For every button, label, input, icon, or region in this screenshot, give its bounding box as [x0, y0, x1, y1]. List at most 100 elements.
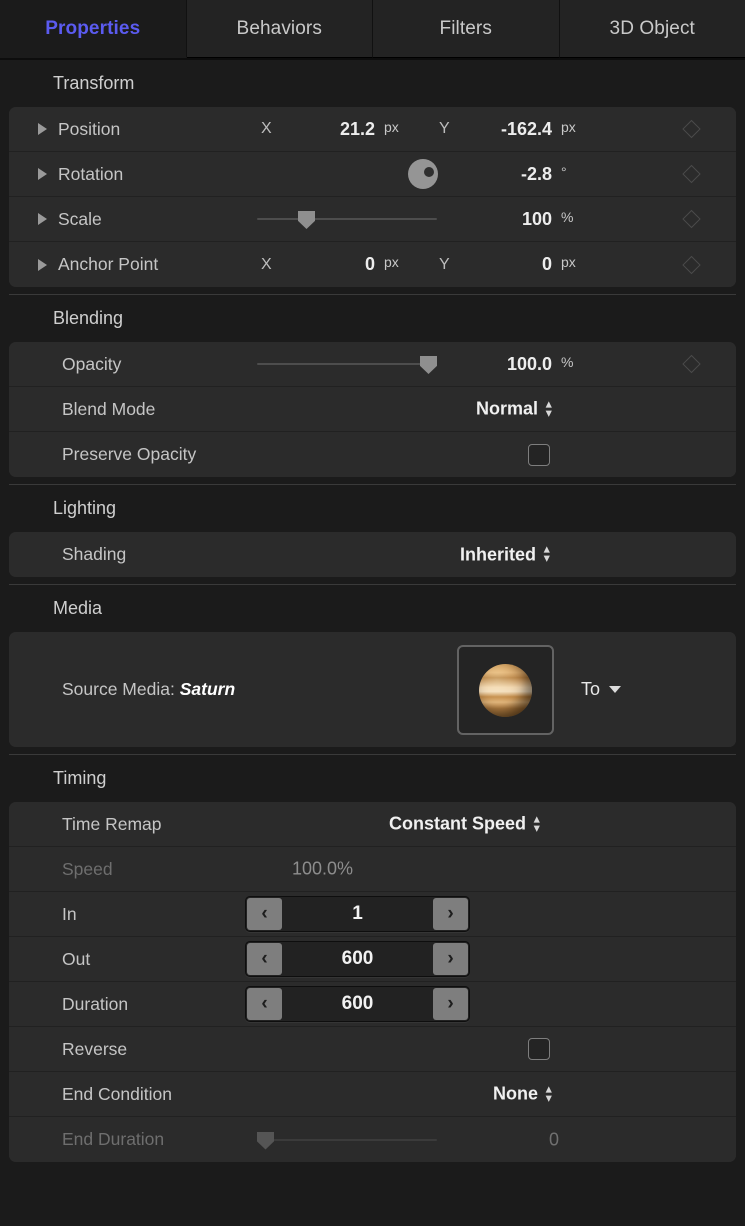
- source-media-name: Saturn: [179, 679, 236, 699]
- disclosure-triangle-icon[interactable]: [38, 123, 47, 135]
- anchor-x-value[interactable]: 0: [285, 254, 375, 275]
- row-label-duration: Duration: [62, 993, 129, 1014]
- position-y-value[interactable]: -162.4: [457, 119, 552, 140]
- duration-value[interactable]: 600: [283, 993, 432, 1015]
- duration-stepper[interactable]: ‹ 600 ›: [245, 986, 470, 1022]
- anchor-x-axis-label: X: [261, 255, 272, 273]
- source-media-thumbnail-well[interactable]: [457, 645, 554, 735]
- tab-filters[interactable]: Filters: [373, 0, 560, 58]
- row-label-preserve-opacity: Preserve Opacity: [62, 444, 197, 464]
- saturn-planet-thumbnail-icon: [479, 663, 532, 717]
- inspector-tab-bar: Properties Behaviors Filters 3D Object: [0, 0, 745, 58]
- row-opacity[interactable]: Opacity 100.0 %: [9, 342, 736, 387]
- disclosure-triangle-icon[interactable]: [38, 258, 47, 271]
- keyframe-diamond-icon[interactable]: [682, 354, 701, 374]
- time-remap-popup-menu[interactable]: Constant Speed ▴ ▾: [389, 814, 540, 835]
- scale-slider[interactable]: [257, 210, 437, 229]
- timing-group: Time Remap Constant Speed ▴ ▾ Speed 100.…: [9, 802, 736, 1162]
- position-x-value[interactable]: 21.2: [285, 119, 375, 140]
- transform-group: Position X 21.2 px Y -162.4 px Rotation …: [9, 107, 736, 287]
- anchor-x-unit: px: [384, 254, 399, 270]
- speed-value: 100.0%: [292, 858, 354, 879]
- row-time-remap[interactable]: Time Remap Constant Speed ▴ ▾: [9, 802, 736, 847]
- chevron-down-icon: ▾: [546, 407, 552, 419]
- chevron-down-icon: [609, 686, 622, 693]
- out-stepper-decrement-button[interactable]: ‹: [247, 943, 282, 975]
- out-stepper-increment-button[interactable]: ›: [433, 943, 468, 975]
- position-y-axis-label: Y: [439, 120, 450, 137]
- in-stepper-increment-button[interactable]: ›: [433, 898, 468, 930]
- row-blend-mode[interactable]: Blend Mode Normal ▴ ▾: [9, 387, 736, 432]
- end-condition-popup-menu[interactable]: None ▴ ▾: [493, 1084, 552, 1105]
- disclosure-triangle-icon[interactable]: [38, 168, 47, 180]
- lighting-group: Shading Inherited ▴ ▾: [9, 532, 736, 577]
- scale-slider-thumb[interactable]: [298, 211, 315, 229]
- blend-mode-popup-menu[interactable]: Normal ▴ ▾: [476, 399, 552, 420]
- row-out[interactable]: Out ‹ 600 ›: [9, 937, 736, 982]
- in-stepper[interactable]: ‹ 1 ›: [245, 896, 470, 932]
- row-scale[interactable]: Scale 100 %: [9, 197, 736, 242]
- tab-behaviors-label: Behaviors: [236, 17, 322, 39]
- row-label-speed: Speed: [62, 858, 113, 879]
- scale-value[interactable]: 100: [457, 209, 552, 230]
- row-end-duration: End Duration 0: [9, 1117, 736, 1162]
- row-label-end-condition: End Condition: [62, 1083, 172, 1104]
- in-value[interactable]: 1: [283, 903, 432, 925]
- source-media-text: Source Media: Saturn: [62, 679, 235, 700]
- row-label-rotation: Rotation: [58, 163, 124, 184]
- popup-updown-icon: ▴ ▾: [546, 1084, 552, 1104]
- duration-stepper-increment-button[interactable]: ›: [433, 988, 468, 1020]
- disclosure-triangle-icon[interactable]: [38, 213, 47, 225]
- position-x-axis-label: X: [261, 120, 272, 137]
- row-in[interactable]: In ‹ 1 ›: [9, 892, 736, 937]
- end-duration-slider-thumb: [257, 1131, 274, 1150]
- opacity-slider-thumb[interactable]: [420, 356, 437, 374]
- row-label-time-remap: Time Remap: [62, 813, 162, 834]
- keyframe-diamond-icon[interactable]: [682, 164, 701, 184]
- tab-3d-object-label: 3D Object: [609, 17, 695, 39]
- media-to-popup-menu[interactable]: To: [581, 679, 622, 700]
- row-shading[interactable]: Shading Inherited ▴ ▾: [9, 532, 736, 577]
- row-position[interactable]: Position X 21.2 px Y -162.4 px: [9, 107, 736, 152]
- section-title-lighting: Lighting: [53, 498, 117, 518]
- section-header-timing: Timing: [0, 755, 745, 802]
- out-stepper[interactable]: ‹ 600 ›: [245, 941, 470, 977]
- chevron-down-icon: ▾: [534, 822, 540, 834]
- opacity-slider-track: [257, 363, 437, 365]
- anchor-y-axis-label: Y: [439, 255, 450, 273]
- source-media-label: Source Media:: [62, 679, 175, 699]
- opacity-value[interactable]: 100.0: [437, 354, 552, 375]
- keyframe-diamond-icon[interactable]: [682, 255, 701, 274]
- row-preserve-opacity[interactable]: Preserve Opacity: [9, 432, 736, 477]
- scale-slider-track: [257, 218, 437, 220]
- keyframe-diamond-icon[interactable]: [682, 209, 701, 229]
- row-rotation[interactable]: Rotation -2.8 °: [9, 152, 736, 197]
- tab-properties[interactable]: Properties: [0, 0, 187, 58]
- row-label-blend-mode: Blend Mode: [62, 398, 156, 419]
- in-stepper-decrement-button[interactable]: ‹: [247, 898, 282, 930]
- end-duration-slider-track: [257, 1138, 437, 1141]
- rotation-value[interactable]: -2.8: [457, 164, 552, 185]
- blend-mode-value: Normal: [476, 398, 539, 419]
- reverse-checkbox[interactable]: [528, 1038, 550, 1060]
- end-condition-value: None: [493, 1083, 538, 1104]
- rotation-unit: °: [561, 164, 567, 180]
- preserve-opacity-checkbox[interactable]: [528, 443, 550, 466]
- popup-updown-icon: ▴ ▾: [544, 544, 550, 564]
- section-title-timing: Timing: [53, 768, 107, 788]
- duration-stepper-decrement-button[interactable]: ‹: [247, 988, 282, 1020]
- opacity-slider[interactable]: [257, 355, 437, 374]
- section-header-transform: Transform: [0, 60, 745, 107]
- shading-popup-menu[interactable]: Inherited ▴ ▾: [460, 544, 550, 565]
- row-duration[interactable]: Duration ‹ 600 ›: [9, 982, 736, 1027]
- chevron-down-icon: ▾: [546, 1092, 552, 1104]
- row-end-condition[interactable]: End Condition None ▴ ▾: [9, 1072, 736, 1117]
- row-reverse[interactable]: Reverse: [9, 1027, 736, 1072]
- tab-3d-object[interactable]: 3D Object: [559, 0, 745, 58]
- rotation-dial[interactable]: [408, 159, 438, 189]
- tab-behaviors[interactable]: Behaviors: [186, 0, 373, 58]
- anchor-y-value[interactable]: 0: [457, 254, 552, 275]
- out-value[interactable]: 600: [283, 948, 432, 970]
- row-anchor-point[interactable]: Anchor Point X 0 px Y 0 px: [9, 242, 736, 287]
- keyframe-diamond-icon[interactable]: [682, 119, 701, 139]
